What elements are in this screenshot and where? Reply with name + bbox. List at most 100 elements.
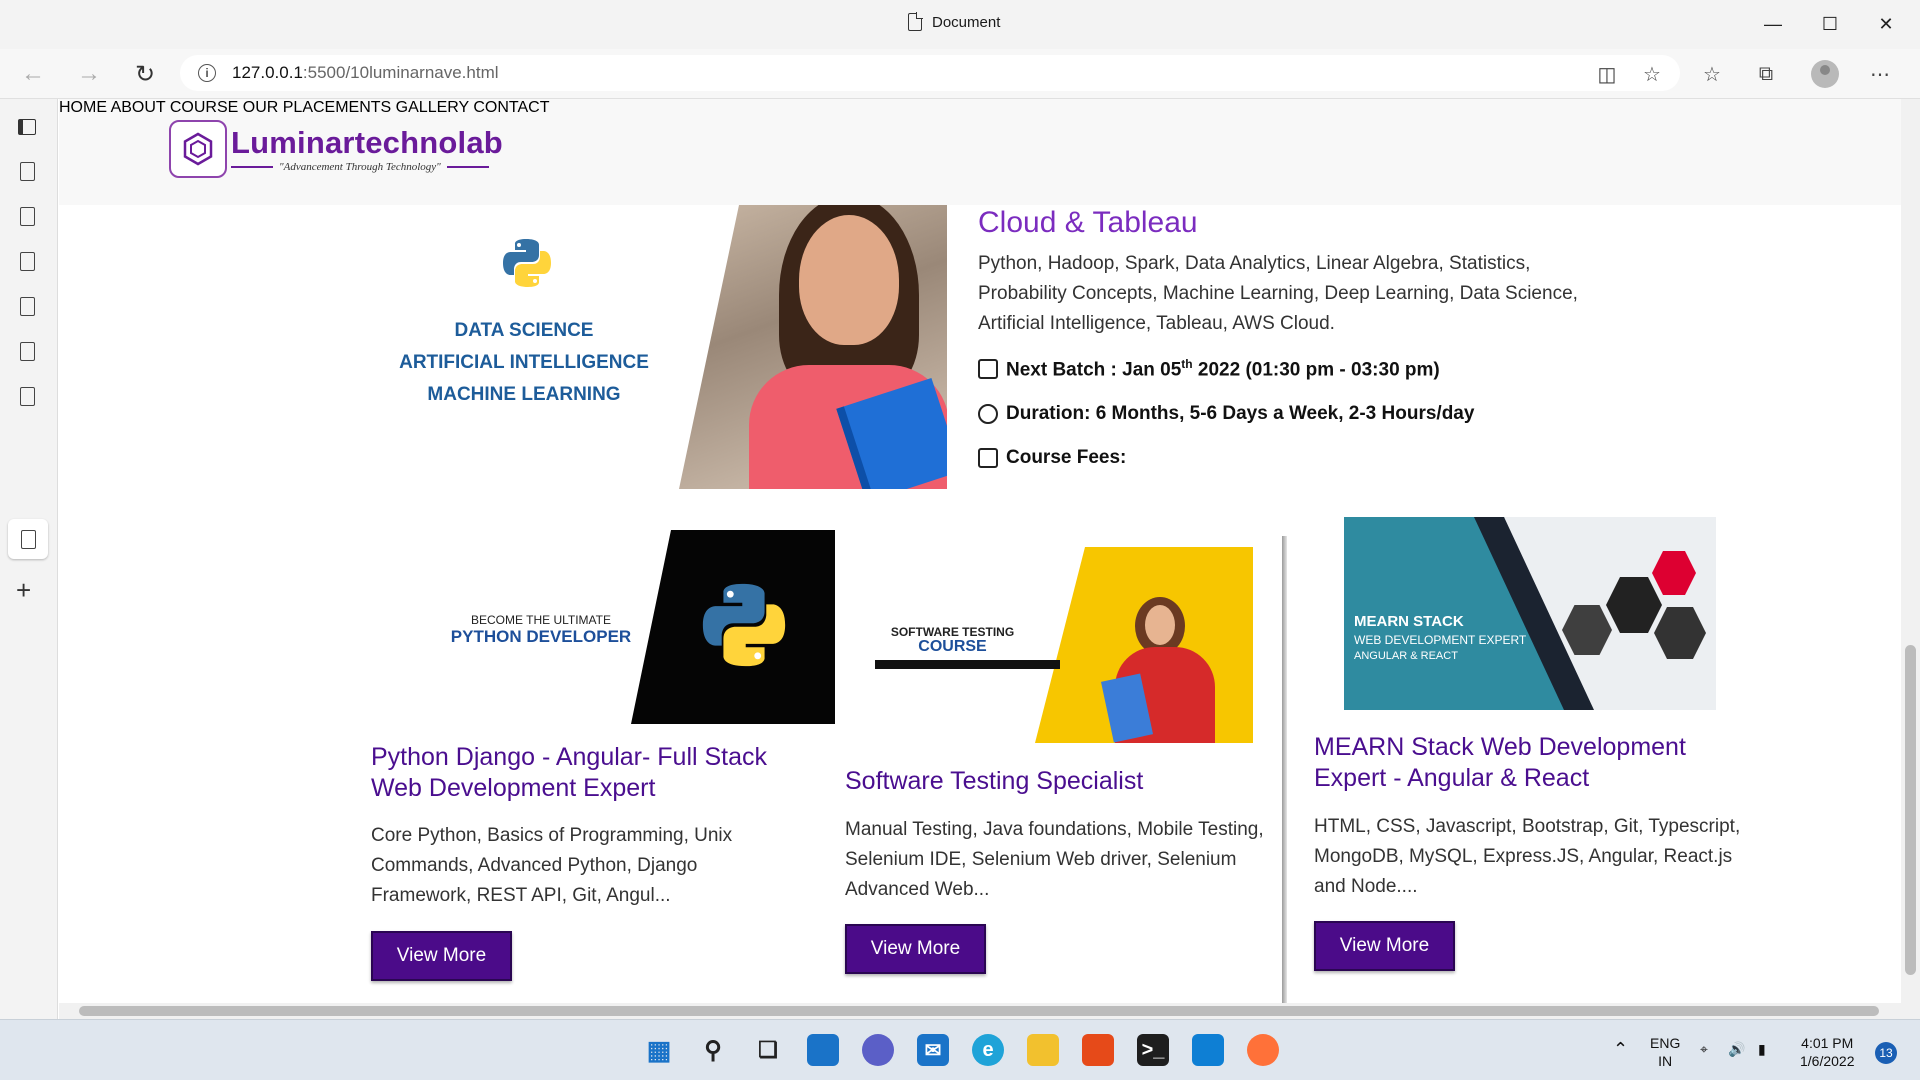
python-logo-icon <box>702 583 786 667</box>
page-viewport: Luminartechnolab "Advancement Through Te… <box>59 99 1901 1003</box>
scrollbar-thumb[interactable] <box>1905 645 1916 975</box>
view-more-button-python[interactable]: View More <box>371 931 512 981</box>
logo-name: Luminartechnolab <box>231 125 503 160</box>
course-title-testing[interactable]: Software Testing Specialist <box>845 766 1275 797</box>
vertical-scrollbar[interactable] <box>1901 99 1920 1019</box>
tab-page-icon[interactable] <box>20 297 35 316</box>
tab-page-icon[interactable] <box>20 387 35 406</box>
clock[interactable]: 4:01 PM 1/6/2022 <box>1800 1034 1855 1070</box>
widgets-icon[interactable] <box>807 1034 839 1066</box>
maximize-button[interactable]: ☐ <box>1810 10 1850 38</box>
view-more-button-testing[interactable]: View More <box>845 924 986 974</box>
hero-image-line: DATA SCIENCE <box>454 320 594 341</box>
course-card-image-mearn: MEARN STACK WEB DEVELOPMENT EXPERT ANGUL… <box>1344 517 1716 710</box>
angular-logo-icon <box>1652 551 1696 595</box>
nav-our-placements[interactable]: OUR PLACEMENTS <box>243 99 391 116</box>
back-button[interactable]: ← <box>16 59 50 89</box>
course-title-mearn[interactable]: MEARN Stack Web Development Expert - Ang… <box>1314 732 1744 794</box>
calendar-icon <box>978 359 998 380</box>
minimize-button[interactable]: — <box>1753 10 1793 38</box>
logo-hexagon-icon <box>169 120 227 178</box>
window-titlebar: Document — ☐ ✕ <box>0 0 1920 49</box>
url-host: 127.0.0.1 <box>232 63 303 82</box>
start-button-icon[interactable]: ▦ <box>643 1034 675 1066</box>
active-tab-page-icon <box>21 530 36 549</box>
firefox-icon[interactable] <box>1247 1034 1279 1066</box>
language-indicator[interactable]: ENG IN <box>1650 1034 1680 1070</box>
fees-icon <box>978 448 998 469</box>
url-text[interactable]: 127.0.0.1:5500/10luminarnave.html <box>232 63 499 83</box>
window-title-text: Document <box>932 13 1001 31</box>
edge-browser-icon[interactable]: e <box>972 1034 1004 1066</box>
collections-icon[interactable]: ⧉ <box>1752 61 1780 87</box>
profile-avatar[interactable] <box>1811 60 1839 88</box>
hero-image-line: ARTIFICIAL INTELLIGENCE <box>399 352 649 373</box>
wifi-icon[interactable]: ⌖ <box>1700 1040 1708 1058</box>
next-batch: Next Batch : Jan 05th 2022 (01:30 pm - 0… <box>978 357 1578 381</box>
alarm-clock-icon <box>978 404 998 425</box>
add-favorite-icon[interactable]: ☆ <box>1638 61 1666 87</box>
new-tab-plus-icon[interactable]: + <box>16 575 31 606</box>
course-description-python: Core Python, Basics of Programming, Unix… <box>371 825 733 906</box>
view-more-button-mearn[interactable]: View More <box>1314 921 1455 971</box>
python-logo-icon <box>503 239 551 287</box>
course-card-image-python: BECOME THE ULTIMATE PYTHON DEVELOPER <box>431 530 835 724</box>
document-icon <box>908 12 923 31</box>
main-nav: HOME ABOUT COURSE OUR PLACEMENTS GALLERY… <box>59 99 1901 117</box>
nodejs-logo-icon <box>1654 607 1706 659</box>
course-duration: Duration: 6 Months, 5-6 Days a Week, 2-3… <box>978 403 1578 425</box>
favorites-icon[interactable]: ☆ <box>1698 61 1726 87</box>
file-explorer-icon[interactable] <box>1027 1034 1059 1066</box>
more-menu-icon[interactable]: ⋯ <box>1866 61 1894 87</box>
vscode-icon[interactable] <box>1192 1034 1224 1066</box>
volume-icon[interactable]: 🔊 <box>1728 1040 1745 1058</box>
close-button[interactable]: ✕ <box>1866 10 1906 38</box>
search-icon[interactable]: ⚲ <box>697 1034 729 1066</box>
terminal-icon[interactable]: >_ <box>1137 1034 1169 1066</box>
course-description-testing: Manual Testing, Java foundations, Mobile… <box>845 819 1264 900</box>
address-bar[interactable]: i 127.0.0.1:5500/10luminarnave.html <box>180 55 1680 91</box>
office-icon[interactable] <box>1082 1034 1114 1066</box>
nav-course[interactable]: COURSE <box>170 99 238 116</box>
tab-page-icon[interactable] <box>20 162 35 181</box>
nav-about[interactable]: ABOUT <box>111 99 166 116</box>
scrollbar-thumb[interactable] <box>79 1006 1879 1016</box>
course-description-mearn: HTML, CSS, Javascript, Bootstrap, Git, T… <box>1314 816 1741 897</box>
tab-page-icon[interactable] <box>20 252 35 271</box>
horizontal-scrollbar[interactable] <box>59 1003 1901 1019</box>
refresh-button[interactable]: ↻ <box>128 59 162 89</box>
windows-taskbar: ▦ ⚲ ❏ ✉ e >_ ⌃ ENG IN ⌖ 🔊 ▮ 4:01 PM 1/6/20… <box>0 1019 1920 1080</box>
window-title: Document <box>908 12 1001 31</box>
site-logo[interactable]: Luminartechnolab "Advancement Through Te… <box>169 120 503 178</box>
reader-view-icon[interactable]: ◫ <box>1593 61 1621 87</box>
react-logo-icon <box>1606 577 1662 633</box>
url-path: :5500/10luminarnave.html <box>302 63 499 82</box>
site-info-icon[interactable]: i <box>198 64 216 82</box>
chat-icon[interactable] <box>862 1034 894 1066</box>
tab-actions-icon[interactable] <box>18 119 36 135</box>
notification-badge[interactable]: 13 <box>1875 1042 1897 1064</box>
hero-image-line: MACHINE LEARNING <box>427 384 621 405</box>
hero-course-title: Cloud & Tableau <box>978 206 1198 239</box>
hero-course-info: Cloud & Tableau Python, Hadoop, Spark, D… <box>978 205 1578 469</box>
nav-home[interactable]: HOME <box>59 99 107 116</box>
tab-page-icon[interactable] <box>20 342 35 361</box>
battery-icon[interactable]: ▮ <box>1758 1040 1766 1058</box>
nav-gallery[interactable]: GALLERY <box>396 99 469 116</box>
mongodb-logo-icon <box>1562 605 1612 655</box>
course-title-python[interactable]: Python Django - Angular- Full Stack Web … <box>371 742 801 804</box>
mail-icon[interactable]: ✉ <box>917 1034 949 1066</box>
logo-tagline: "Advancement Through Technology" <box>231 161 503 173</box>
browser-toolbar: ← → ↻ i 127.0.0.1:5500/10luminarnave.htm… <box>0 49 1920 99</box>
hero-course-description: Python, Hadoop, Spark, Data Analytics, L… <box>978 253 1578 334</box>
show-hidden-icons-chevron-icon[interactable]: ⌃ <box>1613 1040 1628 1058</box>
forward-button[interactable]: → <box>72 59 106 89</box>
task-view-icon[interactable]: ❏ <box>752 1034 784 1066</box>
vertical-tabs-sidebar: + <box>0 99 58 1019</box>
card-shadow-divider <box>1282 536 1287 1003</box>
hero-course-image: DATA SCIENCE ARTIFICIAL INTELLIGENCE MAC… <box>379 205 947 489</box>
course-fees: Course Fees: <box>978 447 1578 469</box>
tab-page-icon[interactable] <box>20 207 35 226</box>
nav-contact[interactable]: CONTACT <box>473 99 549 116</box>
site-header: Luminartechnolab "Advancement Through Te… <box>59 99 1901 205</box>
